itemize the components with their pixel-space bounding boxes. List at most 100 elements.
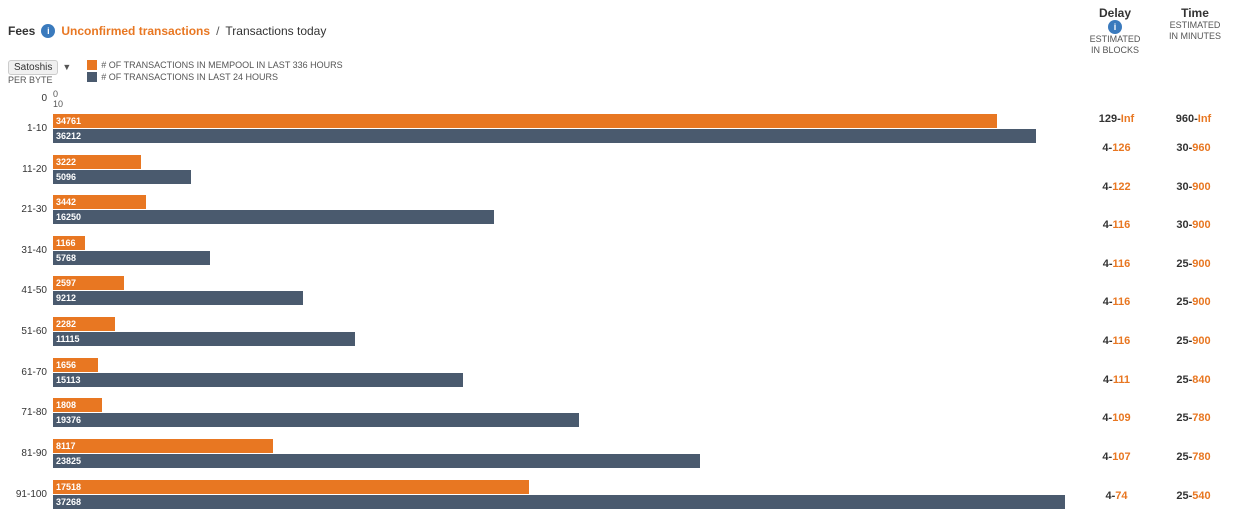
time-subtitle: ESTIMATEDIN MINUTES [1165,20,1225,42]
slate-legend-dot [87,72,97,82]
delay-value: 4-107 [1089,451,1144,463]
per-byte-label: PER BYTE [8,75,71,85]
24h-bar: 5096 [53,170,1085,184]
24h-legend: # OF TRANSACTIONS IN LAST 24 HOURS [101,72,278,82]
right-values-row: 4-116 25-900 [1085,245,1225,284]
fee-row: 91-1001751837268 [8,474,1085,514]
mempool-bar: 17518 [53,480,1085,494]
right-values-row: 4-10725-780 [1085,438,1225,477]
fees-label: Fees [8,24,35,38]
fee-range-label: 61-70 [8,367,53,378]
bars-group: 17518 37268 [53,480,1085,509]
time-value: 25-840 [1166,374,1221,386]
delay-value: 4-116 [1089,219,1144,231]
mempool-bar: 2597 [53,276,1085,290]
delay-value: 4-116 [1089,335,1144,347]
24h-bar: 5768 [53,251,1085,265]
zero-time-value: 960-Inf [1166,113,1221,125]
24h-bar: 11115 [53,332,1085,346]
mempool-legend: # OF TRANSACTIONS IN MEMPOOL IN LAST 336… [101,60,342,70]
delay-title: Delay [1085,6,1145,20]
bar-value-label: 5096 [56,172,76,182]
right-values-row: 4-12630-960 [1085,129,1225,168]
time-value: 25-900 [1166,296,1221,308]
mempool-bar: 1808 [53,398,1085,412]
bar-value-label: 1808 [56,400,76,410]
bar-value-label: 37268 [56,497,81,507]
right-values-row: 4-111 25-840 [1085,360,1225,399]
bar-value-label: 1166 [56,238,76,248]
delay-value: 4-109 [1089,412,1144,424]
right-values-row: 4-11630-900 [1085,206,1225,245]
delay-info-icon[interactable]: i [1108,20,1122,34]
today-link[interactable]: Transactions today [225,24,326,38]
fee-range-label: 31-40 [8,245,53,256]
separator: / [216,24,219,38]
mempool-bar: 3442 [53,195,1085,209]
bar-value-label: 34761 [56,116,81,126]
mempool-bar: 8117 [53,439,1085,453]
bars-group: 34761 36212 [53,114,1085,143]
delay-value: 4-122 [1089,181,1144,193]
fee-row: 81-90811723825 [8,434,1085,474]
zero-delay-value: 129-Inf [1089,113,1144,125]
fee-row: 21-303442 16250 [8,190,1085,230]
fee-range-label: 51-60 [8,326,53,337]
right-values-row: 4-74 25-540 [1085,476,1225,515]
header-right: Delay i ESTIMATEDIN BLOCKS Time ESTIMATE… [1085,6,1225,56]
delay-value: 4-74 [1089,490,1144,502]
ten-label: 10 [53,99,1085,109]
orange-legend-dot [87,60,97,70]
fee-range-label: 41-50 [8,285,53,296]
bars-group: 165615113 [53,358,1085,387]
delay-value: 4-126 [1089,142,1144,154]
24h-bar: 37268 [53,495,1085,509]
bar-value-label: 19376 [56,415,81,425]
fee-row: 31-401166 5768 [8,231,1085,271]
bars-group: 2282 11115 [53,317,1085,346]
unconfirmed-link[interactable]: Unconfirmed transactions [61,24,210,38]
delay-value: 4-111 [1089,374,1144,386]
bar-value-label: 9212 [56,293,76,303]
time-value: 25-900 [1166,335,1221,347]
bar-value-label: 15113 [56,375,81,385]
fee-row: 11-203222 5096 [8,149,1085,189]
fee-row: 71-801808 19376 [8,393,1085,433]
24h-bar: 23825 [53,454,1085,468]
24h-bar: 36212 [53,129,1085,143]
24h-bar: 16250 [53,210,1085,224]
fee-row: 61-70165615113 [8,352,1085,392]
time-value: 25-900 [1166,258,1221,270]
fee-range-label: 11-20 [8,164,53,175]
delay-subtitle: ESTIMATEDIN BLOCKS [1085,34,1145,56]
bars-group: 1166 5768 [53,236,1085,265]
zero-label: 0 [53,89,1085,99]
fee-range-label: 1-10 [8,123,53,134]
24h-bar: 9212 [53,291,1085,305]
page-header: Fees i Unconfirmed transactions / Transa… [8,6,1225,56]
zero-fee-label: 0 [8,93,53,104]
time-column-header: Time ESTIMATEDIN MINUTES [1165,6,1225,42]
mempool-bar: 1166 [53,236,1085,250]
bars-group: 3222 5096 [53,155,1085,184]
delay-value: 4-116 [1089,296,1144,308]
bar-value-label: 2282 [56,319,76,329]
bar-value-label: 16250 [56,212,81,222]
bar-value-label: 36212 [56,131,81,141]
zero-right-row: 129-Inf 960-Inf [1085,109,1225,129]
mempool-bar: 2282 [53,317,1085,331]
right-values-row: 4-116 25-900 [1085,283,1225,322]
dropdown-arrow-icon[interactable]: ▼ [62,62,71,72]
delay-value: 4-116 [1089,258,1144,270]
time-title: Time [1165,6,1225,20]
fee-range-label: 21-30 [8,204,53,215]
bars-section: 0 0 10 1-10347613621211-203222509621-303… [8,89,1085,515]
fee-range-label: 71-80 [8,407,53,418]
time-value: 25-540 [1166,490,1221,502]
fees-info-icon[interactable]: i [41,24,55,38]
24h-bar: 15113 [53,373,1085,387]
bar-value-label: 3222 [56,157,76,167]
bar-value-label: 8117 [56,441,76,451]
delay-column-header: Delay i ESTIMATEDIN BLOCKS [1085,6,1145,56]
satoshi-button[interactable]: Satoshis [8,60,58,75]
